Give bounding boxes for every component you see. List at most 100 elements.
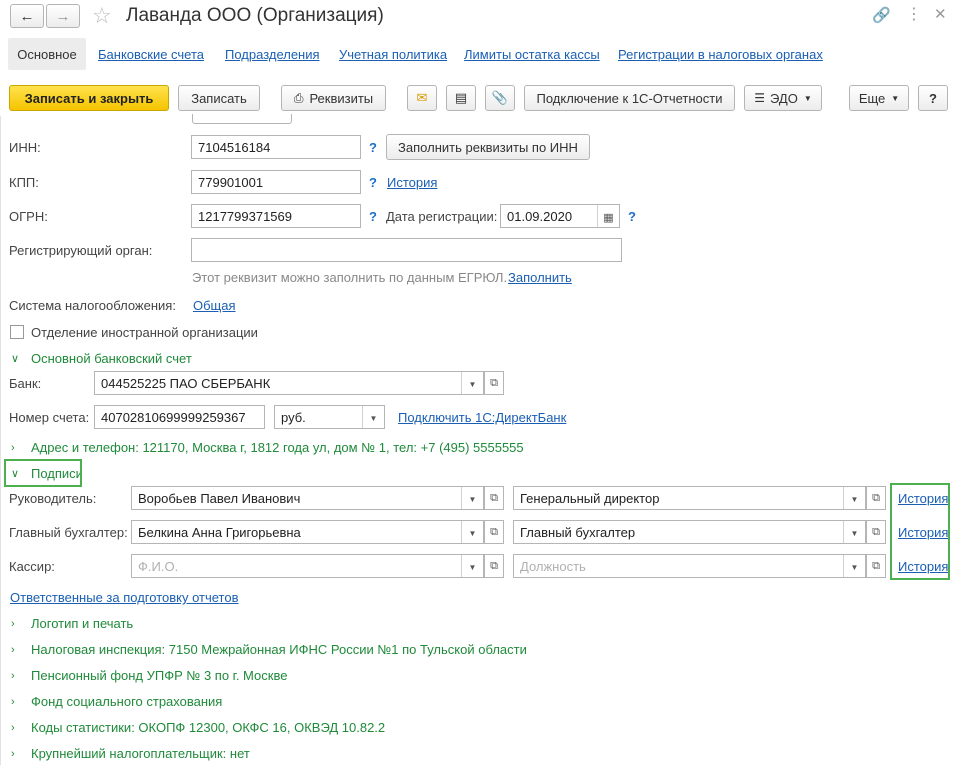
responsible-link[interactable]: Ответственные за подготовку отчетов [10,590,239,605]
more-button[interactable]: Еще ▼ [849,85,909,111]
tax-office-group-header[interactable]: › Налоговая инспекция: 7150 Межрайонная … [11,642,527,657]
back-button[interactable]: ← [10,4,44,28]
email-button[interactable]: ✉ [407,85,437,111]
kpp-label: КПП: [9,175,39,190]
link-icon[interactable]: 🔗 [872,6,891,24]
help-label: ? [929,90,937,106]
tab-main[interactable]: Основное [8,38,86,70]
close-icon[interactable]: ✕ [934,5,947,23]
ogrn-input[interactable]: 1217799371569 [191,204,361,228]
paperclip-icon: 📎 [491,90,509,105]
accountant-position-input[interactable]: Главный бухгалтер ▼ [513,520,866,544]
kpp-help-icon[interactable]: ? [369,175,377,190]
chevron-down-icon[interactable]: ▼ [461,521,483,543]
inn-value: 7104516184 [198,139,271,155]
logo-group-header[interactable]: › Логотип и печать [11,616,133,631]
accountant-position-open-button[interactable]: ⧉ [866,520,886,544]
largest-taxpayer-group-title: Крупнейший налогоплательщик: нет [31,746,250,761]
accountant-name-value: Белкина Анна Григорьевна [138,524,301,540]
report-button[interactable]: ▤ [446,85,476,111]
currency-select[interactable]: руб. ▼ [274,405,385,429]
chevron-down-icon[interactable]: ▼ [843,521,865,543]
director-name-input[interactable]: Воробьев Павел Иванович ▼ [131,486,484,510]
director-position-open-button[interactable]: ⧉ [866,486,886,510]
pension-fund-group-header[interactable]: › Пенсионный фонд УПФР № 3 по г. Москве [11,668,287,683]
kpp-input[interactable]: 779901001 [191,170,361,194]
chevron-down-icon[interactable]: ▼ [362,406,384,428]
tab-cash-limits[interactable]: Лимиты остатка кассы [464,47,600,62]
chevron-down-icon[interactable]: ▼ [461,487,483,509]
connect-reporting-button[interactable]: Подключение к 1С-Отчетности [524,85,735,111]
reg-organ-fill-link[interactable]: Заполнить [508,270,572,285]
bank-open-button[interactable]: ⧉ [484,371,504,395]
edo-button[interactable]: ☰ ЭДО ▼ [744,85,822,111]
tax-system-link[interactable]: Общая [193,298,236,313]
director-name-value: Воробьев Павел Иванович [138,490,301,506]
stat-codes-group-header[interactable]: › Коды статистики: ОКОПФ 12300, ОКФС 16,… [11,720,385,735]
stat-codes-group-title: Коды статистики: ОКОПФ 12300, ОКФС 16, О… [31,720,386,735]
social-insurance-group-header[interactable]: › Фонд социального страхования [11,694,222,709]
chevron-right-icon: › [11,617,15,630]
save-close-button[interactable]: Записать и закрыть [9,85,169,111]
requisites-button[interactable]: ⎙ Реквизиты [281,85,386,111]
tab-bank-accounts[interactable]: Банковские счета [98,47,204,62]
chevron-down-icon[interactable]: ▼ [843,555,865,577]
bank-value: 044525225 ПАО СБЕРБАНК [101,375,271,391]
accountant-position-value: Главный бухгалтер [520,524,636,540]
forward-button[interactable]: → [46,4,80,28]
chevron-right-icon: › [11,747,15,760]
ogrn-help-icon[interactable]: ? [369,209,377,224]
social-insurance-group-title: Фонд социального страхования [31,694,223,709]
tax-system-label: Система налогообложения: [9,298,176,313]
director-open-button[interactable]: ⧉ [484,486,504,510]
reg-date-input[interactable]: 01.09.2020 ▦ [500,204,620,228]
logo-group-title: Логотип и печать [31,616,134,631]
printer-icon: ⎙ [293,90,304,105]
chevron-down-icon[interactable]: ▼ [843,487,865,509]
save-label: Записать [191,90,247,106]
tab-departments[interactable]: Подразделения [225,47,320,62]
fill-by-inn-button[interactable]: Заполнить реквизиты по ИНН [386,134,590,160]
cashier-open-button[interactable]: ⧉ [484,554,504,578]
attach-button[interactable]: 📎 [485,85,515,111]
accountant-name-input[interactable]: Белкина Анна Григорьевна ▼ [131,520,484,544]
menu-dots-icon[interactable]: ⋮ [906,4,922,24]
bank-group-header[interactable]: ∨ Основной банковский счет [11,351,192,366]
accountant-open-button[interactable]: ⧉ [484,520,504,544]
director-position-input[interactable]: Генеральный директор ▼ [513,486,866,510]
currency-value: руб. [281,409,306,425]
account-input[interactable]: 40702810699999259367 [94,405,265,429]
calendar-icon[interactable]: ▦ [597,205,619,227]
chevron-down-icon[interactable]: ▼ [461,372,483,394]
edo-label: ЭДО [770,90,798,106]
reg-date-help-icon[interactable]: ? [628,209,636,224]
reg-organ-input[interactable] [191,238,622,262]
tab-accounting-policy[interactable]: Учетная политика [339,47,447,62]
inn-input[interactable]: 7104516184 [191,135,361,159]
history-highlight [890,483,950,580]
fill-by-inn-label: Заполнить реквизиты по ИНН [398,139,578,155]
requisites-label: Реквизиты [309,90,374,106]
reg-organ-label: Регистрирующий орган: [9,243,153,258]
account-label: Номер счета: [9,410,90,425]
chevron-down-icon: ▼ [891,93,900,103]
chevron-down-icon[interactable]: ▼ [461,555,483,577]
cashier-name-input[interactable]: Ф.И.О. ▼ [131,554,484,578]
favorite-star-icon[interactable]: ☆ [92,3,112,29]
cashier-position-open-button[interactable]: ⧉ [866,554,886,578]
foreign-branch-checkbox[interactable] [10,325,24,339]
largest-taxpayer-group-header[interactable]: › Крупнейший налогоплательщик: нет [11,746,250,761]
help-button[interactable]: ? [918,85,948,111]
directbank-link[interactable]: Подключить 1С:ДиректБанк [398,410,566,425]
cashier-position-input[interactable]: Должность ▼ [513,554,866,578]
foreign-branch-label: Отделение иностранной организации [31,325,258,340]
ogrn-label: ОГРН: [9,209,48,224]
save-button[interactable]: Записать [178,85,260,111]
address-group-header[interactable]: › Адрес и телефон: 121170, Москва г, 181… [11,440,524,455]
bank-input[interactable]: 044525225 ПАО СБЕРБАНК ▼ [94,371,484,395]
kpp-history-link[interactable]: История [387,175,437,190]
cashier-name-placeholder: Ф.И.О. [138,558,179,574]
tab-tax-registrations[interactable]: Регистрации в налоговых органах [618,47,823,62]
bank-group-title: Основной банковский счет [31,351,192,366]
inn-help-icon[interactable]: ? [369,140,377,155]
